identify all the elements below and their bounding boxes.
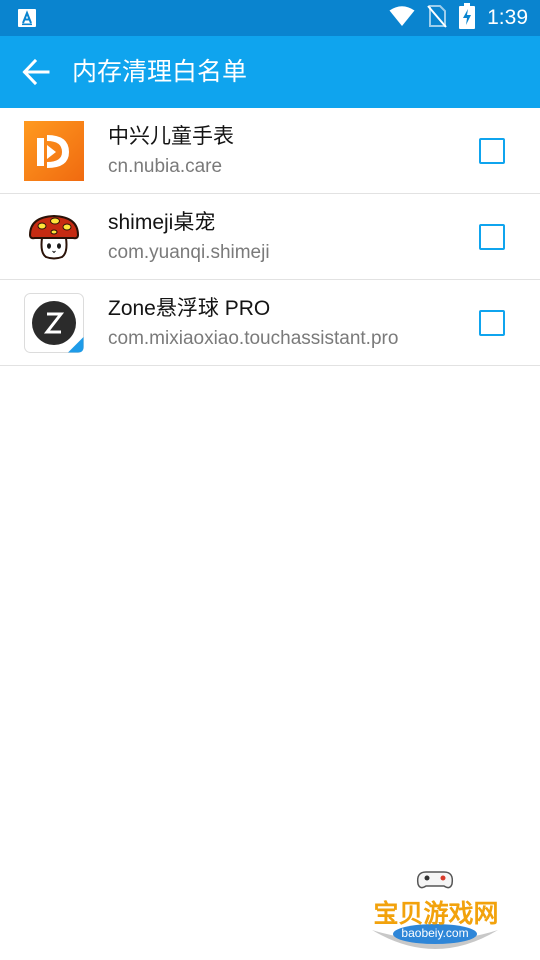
app-name: shimeji桌宠	[108, 211, 216, 234]
status-bar: 1:39	[0, 0, 540, 36]
app-info: 中兴儿童手表 cn.nubia.care	[108, 122, 460, 181]
arrow-left-icon	[22, 58, 50, 86]
list-item[interactable]: 中兴儿童手表 cn.nubia.care	[0, 108, 540, 194]
status-icons: 1:39	[389, 0, 528, 36]
watermark-url: baobeiy.com	[401, 926, 469, 940]
a-notification-icon	[18, 9, 36, 31]
page-title: 内存清理白名单	[72, 57, 248, 86]
nubia-care-icon	[24, 121, 84, 181]
app-list: 中兴儿童手表 cn.nubia.care shimeji桌宠 com.yuanq…	[0, 108, 540, 366]
watermark-logo: 宝贝游戏网 baobeiy.com	[360, 864, 510, 954]
app-name: 中兴儿童手表	[108, 125, 234, 148]
app-info: Zone悬浮球 PRO com.mixiaoxiao.touchassistan…	[108, 294, 460, 353]
whitelist-checkbox[interactable]	[479, 138, 505, 164]
battery-charging-icon	[459, 3, 476, 33]
list-item[interactable]: shimeji桌宠 com.yuanqi.shimeji	[0, 194, 540, 280]
mushroom-icon	[24, 207, 84, 267]
whitelist-checkbox[interactable]	[479, 310, 505, 336]
app-package: cn.nubia.care	[108, 156, 223, 177]
no-sim-icon	[427, 4, 447, 32]
back-button[interactable]	[12, 48, 60, 96]
app-name: Zone悬浮球 PRO	[108, 297, 271, 320]
wifi-icon	[389, 5, 415, 31]
watermark-text: 宝贝游戏网	[373, 899, 499, 928]
app-package: com.mixiaoxiao.touchassistant.pro	[108, 328, 399, 349]
status-time: 1:39	[487, 6, 528, 29]
list-item[interactable]: Zone悬浮球 PRO com.mixiaoxiao.touchassistan…	[0, 280, 540, 366]
whitelist-checkbox[interactable]	[479, 224, 505, 250]
zone-icon	[24, 293, 84, 353]
app-bar: 内存清理白名单	[0, 36, 540, 108]
app-info: shimeji桌宠 com.yuanqi.shimeji	[108, 208, 460, 267]
app-package: com.yuanqi.shimeji	[108, 242, 270, 263]
